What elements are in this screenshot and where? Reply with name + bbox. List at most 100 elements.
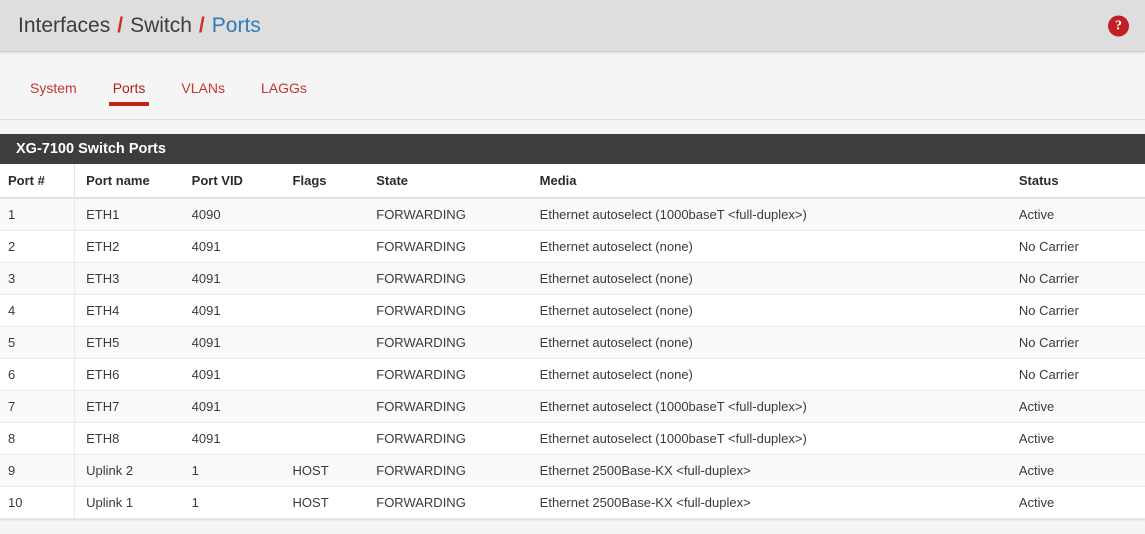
- cell-port-number: 10: [0, 487, 75, 519]
- cell-port-name: ETH5: [75, 327, 192, 359]
- cell-port-vid: 4090: [192, 198, 293, 231]
- cell-port-number: 2: [0, 231, 75, 263]
- table-row[interactable]: 4ETH44091FORWARDINGEthernet autoselect (…: [0, 295, 1145, 327]
- cell-port-name: ETH2: [75, 231, 192, 263]
- column-header-status[interactable]: Status: [1019, 164, 1145, 198]
- table-row[interactable]: 6ETH64091 FORWARDINGEthernet autoselect (…: [0, 359, 1145, 391]
- cell-port-name: ETH3: [75, 263, 192, 295]
- cell-flags: [293, 391, 377, 423]
- cell-port-number: 5: [0, 327, 75, 359]
- breadcrumb-item-switch[interactable]: Switch: [130, 15, 192, 36]
- cell-status: Active: [1019, 391, 1145, 423]
- cell-port-vid: 4091: [192, 327, 293, 359]
- column-header-state[interactable]: State: [376, 164, 539, 198]
- tab-bar: System Ports VLANs LAGGs: [0, 52, 1145, 120]
- breadcrumb-bar: Interfaces / Switch / Ports ?: [0, 0, 1145, 52]
- cell-flags: [293, 423, 377, 455]
- cell-port-name: ETH7: [75, 391, 192, 423]
- column-header-flags[interactable]: Flags: [293, 164, 377, 198]
- cell-flags: [293, 263, 377, 295]
- cell-media: Ethernet autoselect (none): [540, 231, 1019, 263]
- cell-flags: [293, 198, 377, 231]
- cell-port-number: 6: [0, 359, 75, 391]
- panel-title: XG-7100 Switch Ports: [0, 134, 1145, 164]
- breadcrumb-separator: /: [117, 15, 123, 36]
- cell-state: FORWARDING: [376, 295, 539, 327]
- cell-port-vid: 1: [192, 455, 293, 487]
- column-header-port-number[interactable]: Port #: [0, 164, 75, 198]
- cell-status: Active: [1019, 423, 1145, 455]
- cell-port-number: 8: [0, 423, 75, 455]
- cell-port-name: ETH4: [75, 295, 192, 327]
- cell-flags: [293, 327, 377, 359]
- cell-status: No Carrier: [1019, 327, 1145, 359]
- switch-ports-panel: XG-7100 Switch Ports Port # Port name Po…: [0, 134, 1145, 519]
- cell-media: Ethernet autoselect (none): [540, 359, 1019, 391]
- cell-state: FORWARDING: [376, 487, 539, 519]
- cell-port-number: 3: [0, 263, 75, 295]
- tab-system[interactable]: System: [12, 74, 95, 110]
- cell-port-number: 1: [0, 198, 75, 231]
- cell-flags: [293, 359, 377, 391]
- cell-media: Ethernet autoselect (none): [540, 295, 1019, 327]
- cell-flags: HOST: [293, 487, 377, 519]
- cell-port-name: Uplink 1: [75, 487, 192, 519]
- cell-port-name: ETH6: [75, 359, 192, 391]
- cell-status: No Carrier: [1019, 231, 1145, 263]
- breadcrumb-item-ports[interactable]: Ports: [212, 15, 261, 36]
- cell-status: No Carrier: [1019, 263, 1145, 295]
- help-circle-icon[interactable]: ?: [1108, 15, 1129, 36]
- table-row[interactable]: 8ETH84091FORWARDINGEthernet autoselect (…: [0, 423, 1145, 455]
- cell-state: FORWARDING: [376, 455, 539, 487]
- cell-port-name: ETH1: [75, 198, 192, 231]
- table-row[interactable]: 9Uplink 21HOSTFORWARDINGEthernet 2500Bas…: [0, 455, 1145, 487]
- table-header-row: Port # Port name Port VID Flags State Me…: [0, 164, 1145, 198]
- cell-state: FORWARDING: [376, 231, 539, 263]
- cell-flags: HOST: [293, 455, 377, 487]
- cell-port-number: 4: [0, 295, 75, 327]
- cell-media: Ethernet autoselect (1000baseT <full-dup…: [540, 423, 1019, 455]
- cell-port-vid: 4091: [192, 263, 293, 295]
- cell-media: Ethernet 2500Base-KX <full-duplex>: [540, 487, 1019, 519]
- tab-vlans[interactable]: VLANs: [163, 74, 243, 110]
- cell-flags: [293, 295, 377, 327]
- table-row[interactable]: 1ETH14090 FORWARDINGEthernet autoselect (…: [0, 198, 1145, 231]
- cell-flags: [293, 231, 377, 263]
- breadcrumb-separator: /: [199, 15, 205, 36]
- table-row[interactable]: 7ETH74091FORWARDINGEthernet autoselect (…: [0, 391, 1145, 423]
- table-row[interactable]: 2ETH24091 FORWARDINGEthernet autoselect (…: [0, 231, 1145, 263]
- column-header-port-name[interactable]: Port name: [75, 164, 192, 198]
- cell-status: No Carrier: [1019, 359, 1145, 391]
- cell-port-vid: 4091: [192, 359, 293, 391]
- ports-table: Port # Port name Port VID Flags State Me…: [0, 164, 1145, 519]
- cell-state: FORWARDING: [376, 263, 539, 295]
- table-row[interactable]: 10Uplink 11HOSTFORWARDINGEthernet 2500Ba…: [0, 487, 1145, 519]
- column-header-port-vid[interactable]: Port VID: [192, 164, 293, 198]
- cell-media: Ethernet autoselect (1000baseT <full-dup…: [540, 198, 1019, 231]
- column-header-media[interactable]: Media: [540, 164, 1019, 198]
- cell-port-vid: 1: [192, 487, 293, 519]
- cell-media: Ethernet autoselect (none): [540, 327, 1019, 359]
- cell-port-vid: 4091: [192, 231, 293, 263]
- tab-ports[interactable]: Ports: [95, 74, 164, 110]
- breadcrumb-item-interfaces[interactable]: Interfaces: [18, 15, 110, 36]
- cell-port-number: 9: [0, 455, 75, 487]
- cell-status: No Carrier: [1019, 295, 1145, 327]
- table-row[interactable]: 5ETH54091 FORWARDINGEthernet autoselect (…: [0, 327, 1145, 359]
- cell-status: Active: [1019, 487, 1145, 519]
- tab-laggs[interactable]: LAGGs: [243, 74, 325, 110]
- ports-table-head: Port # Port name Port VID Flags State Me…: [0, 164, 1145, 198]
- table-row[interactable]: 3ETH34091 FORWARDINGEthernet autoselect (…: [0, 263, 1145, 295]
- cell-media: Ethernet autoselect (1000baseT <full-dup…: [540, 391, 1019, 423]
- cell-state: FORWARDING: [376, 359, 539, 391]
- cell-port-vid: 4091: [192, 391, 293, 423]
- cell-port-name: Uplink 2: [75, 455, 192, 487]
- cell-state: FORWARDING: [376, 327, 539, 359]
- cell-status: Active: [1019, 455, 1145, 487]
- cell-port-number: 7: [0, 391, 75, 423]
- cell-media: Ethernet 2500Base-KX <full-duplex>: [540, 455, 1019, 487]
- breadcrumb: Interfaces / Switch / Ports: [18, 15, 261, 36]
- cell-state: FORWARDING: [376, 198, 539, 231]
- cell-port-vid: 4091: [192, 423, 293, 455]
- cell-media: Ethernet autoselect (none): [540, 263, 1019, 295]
